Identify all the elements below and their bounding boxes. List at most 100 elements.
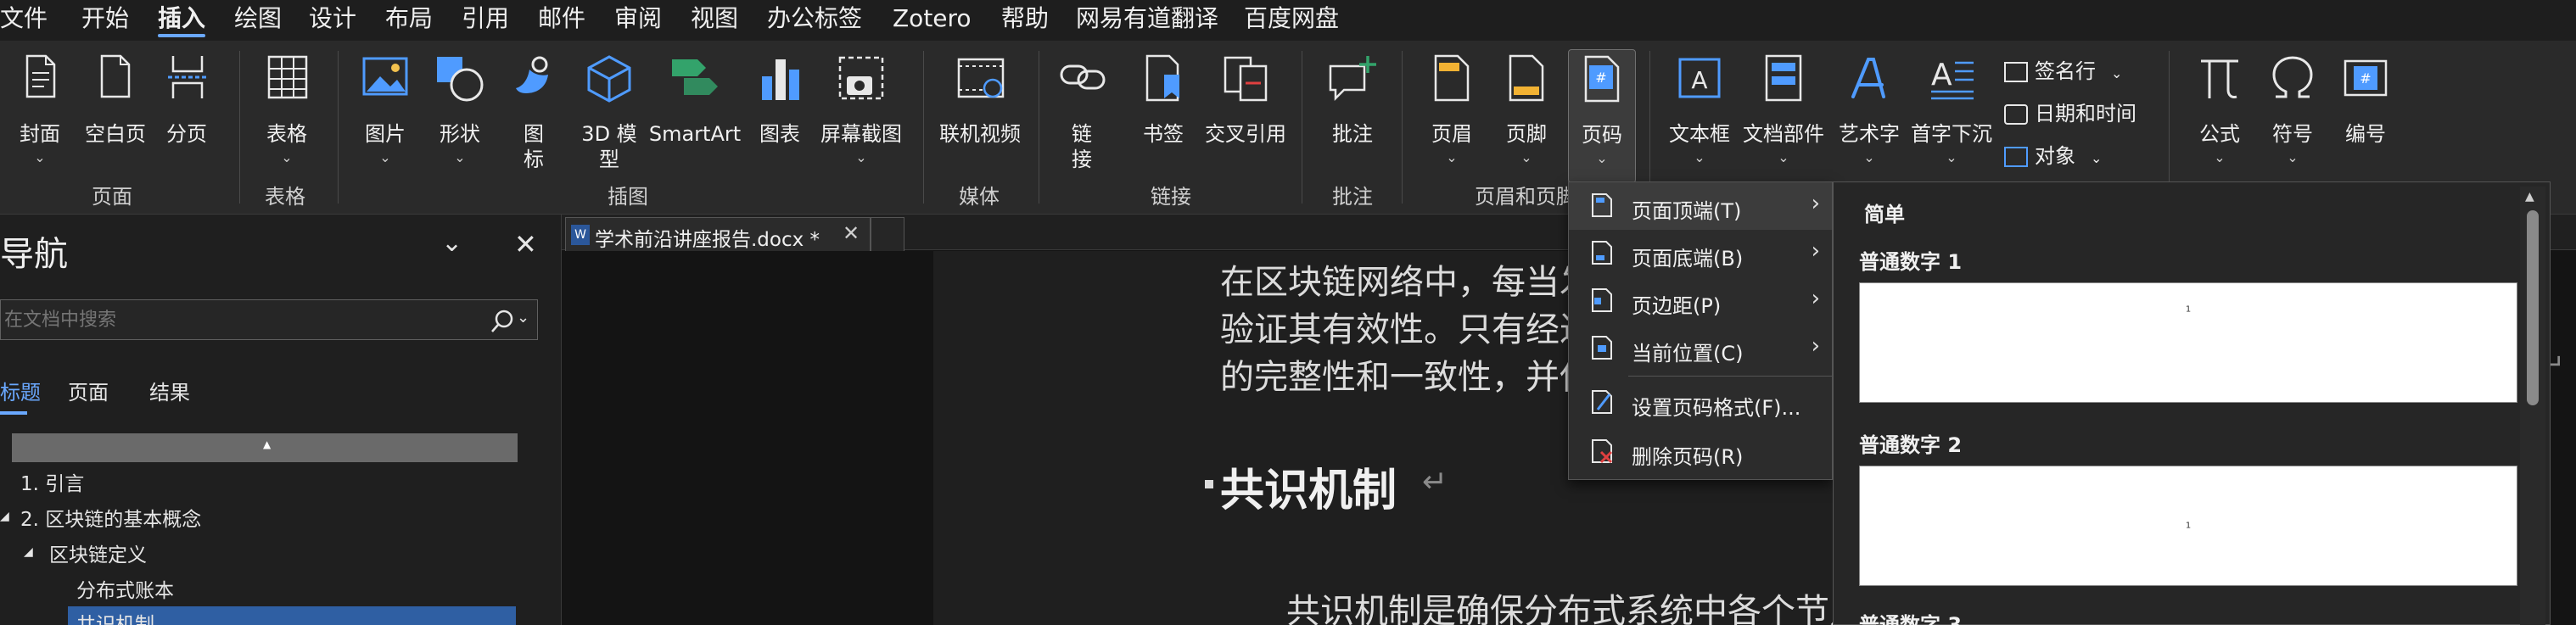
nav-heading-item[interactable]: 分布式账本 [76, 574, 174, 603]
menu-item-page-margins[interactable]: 页边距(P) › [1569, 277, 1832, 325]
tab-close-icon[interactable]: ✕ [843, 221, 860, 245]
current-position-icon [1592, 336, 1612, 360]
menu-tab-home[interactable]: 开始 [81, 0, 129, 41]
symbol-button[interactable]: 符号 ⌄ [2260, 51, 2325, 178]
expand-triangle-icon[interactable]: ◢ [24, 545, 33, 559]
menu-tab-file[interactable]: 文件 [0, 0, 48, 41]
document-tab[interactable]: W 学术前沿讲座报告.docx * ✕ [565, 217, 871, 251]
smartart-button[interactable]: SmartArt [648, 51, 742, 178]
menu-tab-view[interactable]: 视图 [691, 0, 738, 41]
bookmark-icon [1145, 54, 1179, 102]
scrollbar-thumb[interactable] [2527, 210, 2539, 405]
signature-line-button[interactable]: 签名行 ⌄ [2004, 54, 2122, 88]
gallery-item-label: 普通数字 3 [1859, 613, 1963, 625]
nav-tab-pages[interactable]: 页面 [68, 376, 109, 405]
submenu-arrow-icon: › [1811, 286, 1820, 311]
quick-parts-button[interactable]: 文档部件 ⌄ [1739, 51, 1828, 178]
nav-close-icon[interactable]: ✕ [514, 228, 537, 260]
expand-triangle-icon[interactable]: ◢ [0, 510, 9, 523]
footer-icon [1509, 54, 1544, 102]
object-button[interactable]: 对象 ⌄ [2004, 139, 2102, 173]
menu-bar: 文件 开始 插入 绘图 设计 布局 引用 邮件 审阅 视图 办公标签 Zoter… [0, 0, 2576, 41]
comment-icon [1329, 56, 1376, 102]
header-button[interactable]: 页眉 ⌄ [1422, 51, 1481, 178]
nav-selected-item[interactable]: 共识机制 [68, 606, 516, 625]
cover-page-button[interactable]: 封面 ⌄ [12, 51, 68, 178]
header-footer-group-label: 页眉和页脚 [1475, 185, 1576, 209]
object-icon [2004, 147, 2028, 167]
drop-cap-icon: A [1931, 58, 1974, 100]
svg-text:A: A [1691, 66, 1707, 94]
header-icon [1434, 54, 1470, 102]
chart-button[interactable]: 图表 [752, 51, 808, 178]
nav-heading-item[interactable]: 区块链定义 [49, 539, 147, 567]
wordart-button[interactable]: 艺术字 ⌄ [1834, 51, 1904, 178]
shapes-icon [437, 57, 484, 102]
nav-tab-active-indicator [0, 411, 27, 415]
menu-tab-references[interactable]: 引用 [462, 0, 509, 41]
heading-bullet [1205, 480, 1213, 488]
blank-page-button[interactable]: 空白页 [81, 51, 149, 178]
menu-tab-layout[interactable]: 布局 [385, 0, 433, 41]
date-time-button[interactable]: 日期和时间 [2004, 97, 2136, 131]
page-top-icon [1592, 193, 1612, 217]
bookmark-button[interactable]: 书签 [1135, 51, 1191, 178]
nav-tab-results[interactable]: 结果 [149, 376, 190, 405]
nav-search-box[interactable]: ⌄ [0, 299, 538, 340]
menu-tab-review[interactable]: 审阅 [614, 0, 662, 41]
navigation-pane: 导航 ⌄ ✕ ⌄ 标题 页面 结果 ▲ 1. 引言 ◢ 2. 区块链的基本概念 … [0, 215, 562, 625]
footer-button[interactable]: 页脚 ⌄ [1497, 51, 1556, 178]
nav-heading-item[interactable]: 2. 区块链的基本概念 [20, 503, 201, 532]
gallery-thumbnail-plain-number-2[interactable]: 1 [1859, 466, 2517, 586]
menu-item-format-page-numbers[interactable]: 设置页码格式(F)... [1569, 379, 1832, 427]
nav-search-input[interactable] [1, 300, 476, 339]
menu-tab-help[interactable]: 帮助 [1001, 0, 1049, 41]
drop-cap-button[interactable]: A 首字下沉 ⌄ [1907, 51, 1996, 178]
menu-tab-youdao[interactable]: 网易有道翻译 [1076, 0, 1218, 41]
menu-item-top-of-page[interactable]: 页面顶端(T) › [1569, 182, 1832, 230]
svg-text:#: # [1595, 70, 1606, 86]
page-number-button[interactable]: # 页码 ⌄ [1568, 49, 1636, 183]
table-button[interactable]: 表格 ⌄ [255, 51, 319, 178]
submenu-arrow-icon: › [1811, 333, 1820, 359]
quick-parts-icon [1765, 54, 1802, 102]
nav-heading-item[interactable]: 1. 引言 [20, 467, 84, 496]
menu-tab-insert[interactable]: 插入 [158, 0, 206, 41]
new-tab-button[interactable] [871, 217, 904, 251]
menu-item-remove-page-numbers[interactable]: 删除页码(R) [1569, 428, 1832, 476]
3d-models-button[interactable]: 3D 模 型 [575, 51, 643, 195]
number-button[interactable]: # 编号 [2333, 51, 2398, 178]
equation-button[interactable]: 公式 ⌄ [2186, 51, 2254, 178]
chart-icon [762, 59, 799, 100]
online-video-button[interactable]: 联机视频 [933, 51, 1027, 178]
body-line: 的完整性和一致性，并使 [1220, 358, 1593, 397]
scroll-up-arrow-icon[interactable]: ▲ [2525, 190, 2534, 204]
menu-item-current-position[interactable]: 当前位置(C) › [1569, 325, 1832, 372]
icons-button[interactable]: 图 标 [504, 51, 563, 195]
text-box-button[interactable]: A 文本框 ⌄ [1665, 51, 1734, 178]
format-page-numbers-icon [1592, 390, 1612, 414]
menu-separator [1628, 376, 1832, 377]
menu-tab-draw[interactable]: 绘图 [234, 0, 282, 41]
menu-tab-baidu-pan[interactable]: 百度网盘 [1244, 0, 1339, 41]
menu-tab-zotero[interactable]: Zotero [893, 0, 972, 41]
nav-options-chevron-icon[interactable]: ⌄ [441, 228, 462, 258]
nav-tab-headings[interactable]: 标题 [0, 376, 41, 405]
menu-tab-design[interactable]: 设计 [309, 0, 356, 41]
comment-button[interactable]: 批注 [1320, 51, 1385, 178]
search-dropdown-chevron-icon[interactable]: ⌄ [517, 309, 529, 326]
menu-tab-mailings[interactable]: 邮件 [538, 0, 585, 41]
nav-collapse-bar[interactable]: ▲ [12, 433, 518, 462]
link-button[interactable]: 链 接 [1056, 51, 1108, 195]
menu-tab-office-tab[interactable]: 办公标签 [767, 0, 862, 41]
gallery-scrollbar[interactable]: ▲ [2520, 187, 2545, 625]
omega-icon [2272, 56, 2313, 98]
pictures-button[interactable]: 图片 ⌄ [355, 51, 416, 178]
search-icon[interactable] [490, 309, 515, 334]
menu-item-bottom-of-page[interactable]: 页面底端(B) › [1569, 230, 1832, 277]
shapes-button[interactable]: 形状 ⌄ [429, 51, 490, 178]
cross-reference-button[interactable]: 交叉引用 [1201, 51, 1290, 178]
page-break-button[interactable]: 分页 [161, 51, 212, 178]
screenshot-button[interactable]: 屏幕截图 ⌄ [815, 51, 908, 178]
gallery-thumbnail-plain-number-1[interactable]: 1 [1859, 282, 2517, 403]
